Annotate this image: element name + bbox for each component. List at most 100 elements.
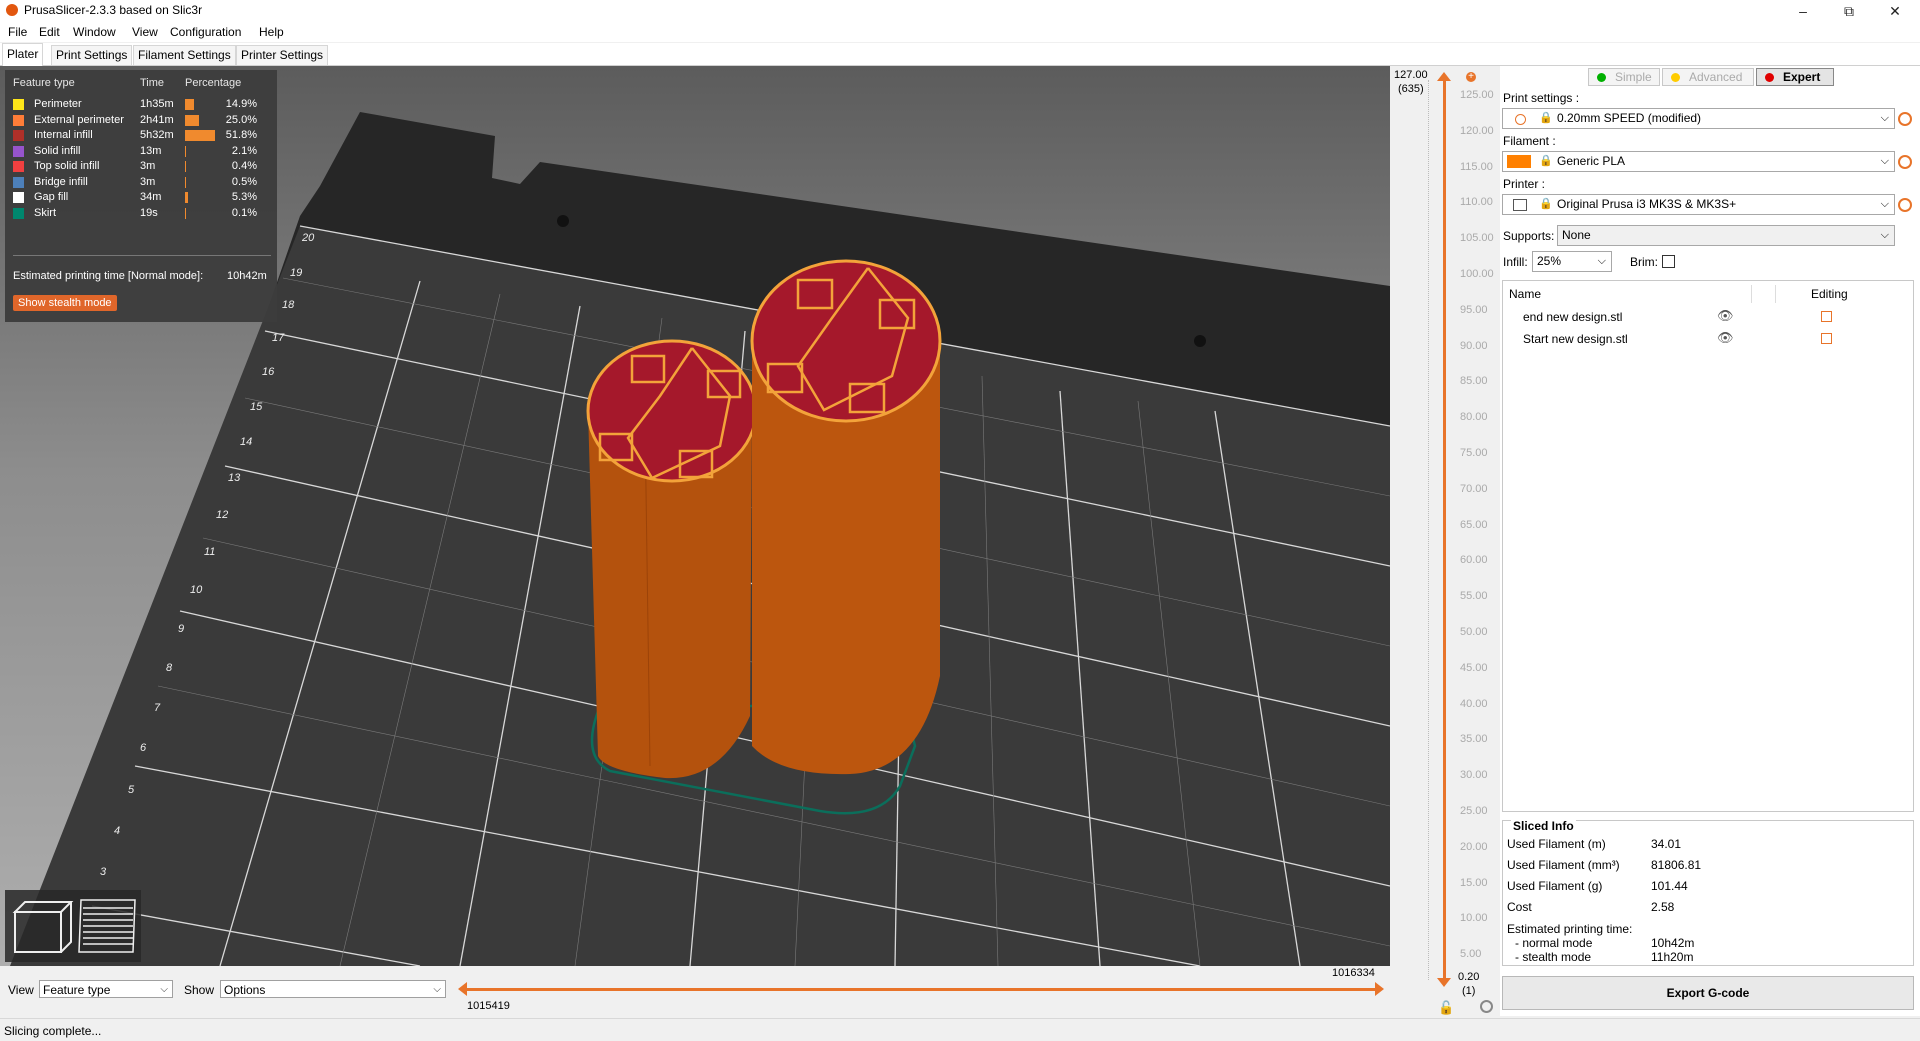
red-dot-icon bbox=[1765, 73, 1774, 82]
filament-select[interactable]: 🔒 Generic PLA ⌵ bbox=[1502, 151, 1895, 172]
mode-expert-label: Expert bbox=[1783, 70, 1821, 84]
legend-percentage-bar bbox=[185, 207, 186, 219]
print-settings-value: 0.20mm SPEED (modified) bbox=[1557, 111, 1702, 125]
view-select[interactable]: Feature type ⌵ bbox=[39, 980, 173, 998]
show-stealth-mode-button[interactable]: Show stealth mode bbox=[13, 295, 117, 311]
eye-icon[interactable]: 👁 bbox=[1717, 308, 1734, 324]
menu-help[interactable]: Help bbox=[259, 25, 284, 39]
add-color-change-icon[interactable]: + bbox=[1466, 72, 1476, 82]
sliced-label: Used Filament (g) bbox=[1507, 879, 1603, 893]
vertical-slider-tick-label: 110.00 bbox=[1460, 196, 1493, 209]
lock-icon[interactable]: 🔓 bbox=[1438, 1000, 1454, 1016]
vertical-slider-tick-label: 50.00 bbox=[1460, 626, 1488, 638]
menu-file[interactable]: File bbox=[8, 25, 27, 39]
vertical-slider-top-handle[interactable] bbox=[1437, 72, 1451, 81]
print-profile-icon bbox=[1515, 114, 1526, 125]
supports-select[interactable]: None ⌵ bbox=[1557, 225, 1895, 246]
brim-label: Brim: bbox=[1630, 255, 1658, 269]
vertical-slider-track[interactable] bbox=[1443, 80, 1446, 980]
filament-gear-icon[interactable] bbox=[1898, 155, 1912, 169]
legend-feature-time: 13m bbox=[140, 144, 162, 157]
gear-icon[interactable] bbox=[1480, 1000, 1493, 1013]
stealth-mode-value: 11h20m bbox=[1651, 950, 1694, 964]
legend-percentage-bar bbox=[185, 161, 186, 172]
brim-checkbox[interactable] bbox=[1662, 255, 1675, 268]
estimated-time-value: 10h42m bbox=[227, 270, 267, 282]
window-title: PrusaSlicer-2.3.3 based on Slic3r bbox=[24, 3, 203, 17]
legend-feature-time: 5h32m bbox=[140, 129, 174, 141]
show-label: Show bbox=[184, 983, 215, 997]
lock-icon: 🔒 bbox=[1539, 155, 1553, 167]
vertical-slider-ruler bbox=[1428, 80, 1430, 980]
object-row[interactable]: Start new design.stl 👁 bbox=[1503, 329, 1913, 349]
vertical-slider-tick-label: 125.00 bbox=[1460, 89, 1494, 101]
chevron-down-icon: ⌵ bbox=[433, 984, 441, 995]
edit-icon[interactable] bbox=[1821, 333, 1832, 344]
menu-view[interactable]: View bbox=[132, 25, 158, 39]
mode-expert-button[interactable]: Expert bbox=[1756, 68, 1834, 86]
horizontal-slider-left-handle[interactable] bbox=[458, 982, 467, 996]
printer-select[interactable]: 🔒 Original Prusa i3 MK3S & MK3S+ ⌵ bbox=[1502, 194, 1895, 215]
legend-feature-name: Skirt bbox=[34, 206, 56, 219]
sliced-label: Used Filament (m) bbox=[1507, 837, 1606, 851]
title-bar: PrusaSlicer-2.3.3 based on Slic3r – ⧉ ✕ bbox=[0, 0, 1920, 22]
legend-percentage-bar bbox=[185, 176, 186, 188]
bed-row-number: 3 bbox=[100, 866, 107, 878]
vertical-slider-bottom-value: 0.20 bbox=[1458, 971, 1480, 983]
legend-feature-name: Perimeter bbox=[34, 98, 82, 110]
vertical-slider-tick-label: 15.00 bbox=[1460, 876, 1488, 889]
supports-label: Supports: bbox=[1503, 229, 1555, 243]
vertical-slider-bottom-layer: (1) bbox=[1461, 985, 1476, 997]
bed-hole bbox=[557, 215, 569, 227]
legend-feature-time: 34m bbox=[140, 191, 162, 203]
edit-icon[interactable] bbox=[1821, 311, 1832, 322]
yellow-dot-icon bbox=[1671, 73, 1680, 82]
legend-color-swatch bbox=[13, 130, 24, 141]
print-settings-select[interactable]: 🔒 0.20mm SPEED (modified) ⌵ bbox=[1502, 108, 1895, 129]
minimize-icon[interactable]: – bbox=[1780, 0, 1826, 22]
column-divider bbox=[1775, 285, 1776, 303]
mode-simple-label: Simple bbox=[1615, 70, 1652, 84]
vertical-slider-tick-label: 35.00 bbox=[1460, 733, 1488, 746]
tab-plater[interactable]: Plater bbox=[2, 43, 44, 66]
vertical-slider-tick-label: 75.00 bbox=[1460, 447, 1488, 459]
maximize-icon[interactable]: ⧉ bbox=[1826, 0, 1872, 22]
mode-advanced-button[interactable]: Advanced bbox=[1662, 68, 1754, 86]
legend-feature-name: Top solid infill bbox=[34, 160, 100, 172]
horizontal-slider-min-value: 1015419 bbox=[467, 1000, 510, 1012]
bed-row-number: 8 bbox=[166, 662, 173, 674]
sliced-value: 2.58 bbox=[1651, 900, 1675, 914]
tab-printer-settings[interactable]: Printer Settings bbox=[236, 45, 329, 65]
show-select[interactable]: Options ⌵ bbox=[220, 980, 446, 998]
print-settings-gear-icon[interactable] bbox=[1898, 112, 1912, 126]
feature-legend: Feature type Time Percentage Perimeter 1h… bbox=[5, 70, 277, 322]
status-text: Slicing complete... bbox=[4, 1024, 102, 1038]
infill-value: 25% bbox=[1537, 254, 1562, 268]
tab-filament-settings[interactable]: Filament Settings bbox=[133, 45, 236, 65]
infill-select[interactable]: 25% ⌵ bbox=[1532, 251, 1612, 272]
vertical-slider-bottom-handle[interactable] bbox=[1437, 978, 1451, 987]
export-gcode-button[interactable]: Export G-code bbox=[1502, 976, 1914, 1010]
horizontal-slider-right-handle[interactable] bbox=[1375, 982, 1384, 996]
vertical-slider-tick-label: 60.00 bbox=[1460, 554, 1488, 567]
printer-gear-icon[interactable] bbox=[1898, 198, 1912, 212]
close-icon[interactable]: ✕ bbox=[1872, 0, 1918, 22]
printer-profile-icon bbox=[1513, 199, 1527, 211]
bed-row-number: 17 bbox=[272, 332, 285, 344]
mode-simple-button[interactable]: Simple bbox=[1588, 68, 1660, 86]
vertical-slider-tick-label: 65.00 bbox=[1460, 518, 1488, 531]
legend-feature-percentage: 14.9% bbox=[225, 98, 257, 110]
object-name: end new design.stl bbox=[1523, 310, 1623, 324]
object-row[interactable]: end new design.stl 👁 bbox=[1503, 307, 1913, 327]
legend-feature-percentage: 25.0% bbox=[225, 113, 257, 126]
menu-window[interactable]: Window bbox=[73, 25, 116, 39]
legend-percentage-bar bbox=[185, 130, 215, 141]
bed-row-number: 4 bbox=[114, 825, 121, 837]
sliced-value: 81806.81 bbox=[1651, 858, 1702, 872]
menu-configuration[interactable]: Configuration bbox=[170, 25, 241, 39]
tab-print-settings[interactable]: Print Settings bbox=[51, 45, 133, 65]
menu-edit[interactable]: Edit bbox=[39, 25, 60, 39]
chevron-down-icon: ⌵ bbox=[1880, 198, 1889, 210]
horizontal-slider-track[interactable] bbox=[465, 988, 1377, 991]
eye-icon[interactable]: 👁 bbox=[1717, 330, 1734, 346]
